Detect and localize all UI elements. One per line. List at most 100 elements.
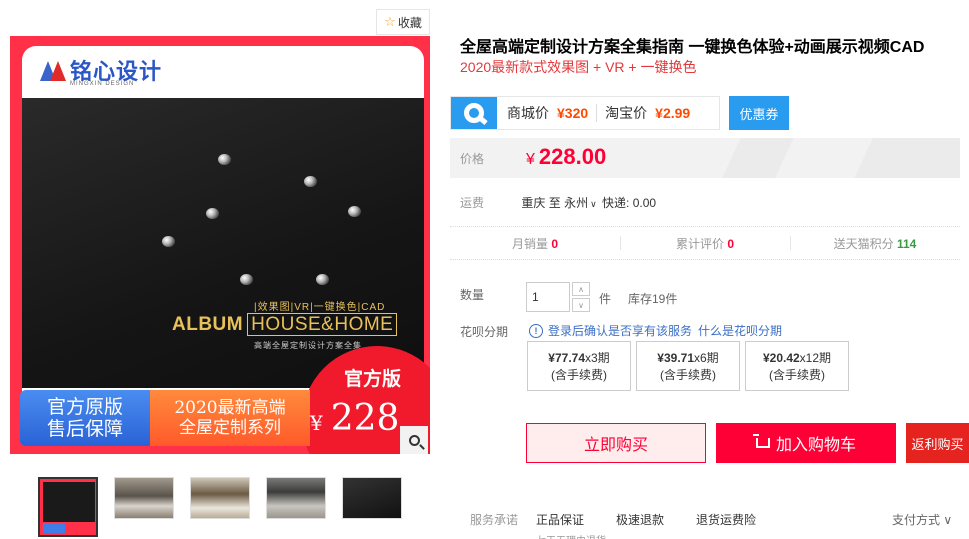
increase-button[interactable]: ∧: [572, 282, 590, 296]
coupon-button[interactable]: 优惠券: [729, 96, 789, 130]
thumbnail-2[interactable]: [114, 477, 174, 519]
thumbnail-1[interactable]: [38, 477, 98, 537]
huabei-help-link[interactable]: 什么是花呗分期: [698, 322, 782, 339]
huabei-note: ! 登录后确认是否享有该服务 什么是花呗分期: [529, 322, 782, 339]
quantity-input[interactable]: [526, 282, 570, 312]
album-title: ALBUM HOUSE&HOME: [172, 313, 398, 336]
price-label: 价格: [460, 152, 485, 166]
album-title-b: HOUSE&HOME: [247, 313, 398, 336]
gem-decoration: [316, 274, 329, 285]
chevron-down-icon: ∨: [590, 199, 597, 209]
price-row: 价格 ¥228.00: [450, 138, 960, 178]
service-item[interactable]: 极速退款: [616, 511, 664, 528]
plan-amount-line: ¥20.42x12期: [746, 350, 848, 367]
thumbnail-image: [343, 478, 401, 518]
quantity-unit: 件: [599, 292, 612, 306]
service-cut-text: 七天无理由退货: [536, 532, 606, 539]
badge-after-sale: 售后保障: [46, 418, 123, 440]
plan-fee: (含手续费): [551, 368, 607, 382]
promo-banner: 官方原版 售后保障 2020最新高端 全屋定制系列 官方版 ¥228: [10, 346, 430, 454]
plan-amount: ¥77.74: [548, 351, 585, 365]
main-product-image[interactable]: 铭心设计 MINGXIN DESIGN |效果图|VR|一键换色|CAD ALB…: [10, 36, 430, 454]
album-subtitle: 高端全屋定制设计方案全集: [254, 341, 362, 350]
official-edition: 官方版: [344, 368, 402, 390]
product-subtitle: 2020最新款式效果图 + VR + 一键换色: [460, 59, 697, 75]
tao-search-icon: [451, 97, 497, 129]
plan-amount: ¥39.71: [657, 351, 694, 365]
service-promises: 服务承诺 正品保证 极速退款 退货运费险: [470, 511, 788, 528]
album-cover: |效果图|VR|一键换色|CAD ALBUM HOUSE&HOME 高端全屋定制设…: [22, 98, 424, 388]
cart-icon: [752, 434, 770, 448]
quantity-label: 数量: [460, 288, 485, 302]
divider: [596, 104, 598, 122]
monthly-sales-value: 0: [551, 236, 559, 251]
official-badge: 官方原版 售后保障: [20, 390, 150, 446]
decrease-button[interactable]: ∨: [572, 298, 590, 312]
add-to-cart-button[interactable]: 加入购物车: [716, 423, 896, 463]
total-reviews[interactable]: 累计评价 0: [620, 235, 790, 252]
plan-periods: x3期: [585, 351, 610, 365]
monthly-sales: 月销量 0: [450, 235, 620, 252]
service-label: 服务承诺: [470, 513, 519, 527]
installment-plan-12[interactable]: ¥20.42x12期 (含手续费): [745, 341, 849, 391]
installment-plan-3[interactable]: ¥77.74x3期 (含手续费): [527, 341, 631, 391]
taobao-price-label: 淘宝价: [605, 105, 648, 121]
zoom-button[interactable]: [400, 426, 428, 454]
promo-price-value: 228: [330, 398, 400, 439]
shipping-row: 运费 重庆 至 永州 ∨ 快递: 0.00: [460, 194, 656, 211]
huabei-label: 花呗分期: [460, 325, 509, 339]
favorite-button[interactable]: ☆ 收藏: [376, 9, 430, 35]
service-item[interactable]: 退货运费险: [696, 511, 756, 528]
logo-mark-icon: [40, 57, 66, 83]
installment-plans: ¥77.74x3期 (含手续费) ¥39.71x6期 (含手续费) ¥20.42…: [527, 341, 849, 391]
taobao-price: ¥2.99: [655, 105, 691, 121]
tmall-points: 送天猫积分 114: [790, 235, 960, 252]
ship-to-city: 永州: [564, 196, 589, 210]
thumbnail-3[interactable]: [190, 477, 250, 519]
product-title: 全屋高端定制设计方案全集指南 一键换色体验+动画展示视频CAD: [460, 39, 925, 56]
plan-amount-line: ¥39.71x6期: [637, 350, 739, 367]
thumbnail-image: [191, 478, 249, 518]
thumbnail-4[interactable]: [266, 477, 326, 519]
buy-now-button[interactable]: 立即购买: [526, 423, 706, 463]
badge-official: 官方原版: [46, 396, 123, 418]
gem-decoration: [304, 176, 317, 187]
promo-series: 2020最新高端 全屋定制系列: [150, 390, 310, 446]
gem-decoration: [206, 208, 219, 219]
promo-price: ¥228: [310, 398, 399, 439]
points-value: 114: [897, 236, 917, 251]
promo-line-1: 2020最新高端: [174, 398, 286, 418]
service-item[interactable]: 正品保证: [536, 511, 584, 528]
huabei-login-link[interactable]: 登录后确认是否享有该服务: [548, 322, 692, 339]
plan-fee: (含手续费): [660, 368, 716, 382]
rebate-buy-button[interactable]: 返利购买: [906, 423, 969, 463]
price-value: 228.00: [538, 144, 607, 169]
stock-count: 库存19件: [628, 292, 678, 306]
payment-label: 支付方式: [892, 513, 941, 527]
promo-currency: ¥: [310, 411, 323, 435]
reviews-label: 累计评价: [675, 236, 724, 251]
quantity-stepper: ∧ ∨: [572, 282, 590, 312]
thumbnail-5[interactable]: [342, 477, 402, 519]
zoom-icon: [408, 434, 420, 446]
plan-amount-line: ¥77.74x3期: [528, 350, 630, 367]
logo-subtext: MINGXIN DESIGN: [70, 81, 135, 87]
payment-methods-toggle[interactable]: 支付方式 ∨: [892, 511, 952, 528]
ship-destination-select[interactable]: 永州 ∨: [564, 196, 599, 210]
sales-stats: 月销量 0 累计评价 0 送天猫积分 114: [450, 226, 960, 260]
thumbnail-image: [267, 478, 325, 518]
chevron-down-icon: ∨: [943, 513, 953, 527]
ship-to-word: 至: [548, 196, 561, 210]
album-tags: |效果图|VR|一键换色|CAD: [254, 302, 386, 313]
plan-amount: ¥20.42: [762, 351, 800, 365]
price-currency: ¥: [526, 151, 535, 168]
thumbnail-image: [115, 478, 173, 518]
add-to-cart-label: 加入购物车: [775, 437, 856, 454]
gem-decoration: [162, 236, 175, 247]
installment-plan-6[interactable]: ¥39.71x6期 (含手续费): [636, 341, 740, 391]
gem-decoration: [218, 154, 231, 165]
thumbnail-image: [40, 479, 96, 535]
price-compare[interactable]: 商城价 ¥320 淘宝价 ¥2.99: [450, 96, 720, 130]
info-icon: !: [529, 323, 543, 338]
star-icon: ☆: [384, 14, 396, 29]
